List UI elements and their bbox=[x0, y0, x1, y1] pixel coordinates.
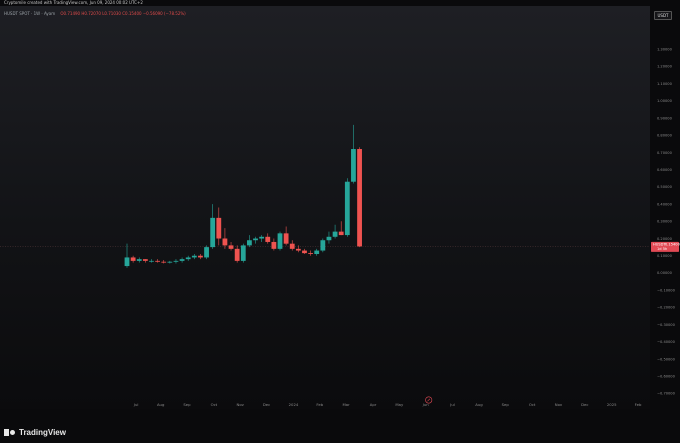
x-tick-label: Aug bbox=[157, 402, 165, 407]
candle-body bbox=[222, 238, 228, 246]
candle-body bbox=[130, 257, 136, 261]
candle-body bbox=[136, 259, 142, 261]
y-tick-label: −0.10000 bbox=[657, 288, 676, 292]
candle-body bbox=[142, 259, 148, 261]
candle-body bbox=[259, 236, 265, 239]
candle-body bbox=[314, 250, 320, 254]
x-tick-label: Jul bbox=[133, 402, 139, 407]
x-tick-label: Nov bbox=[555, 402, 563, 407]
candle-body bbox=[228, 245, 234, 249]
symbol-info: HUSDT SPOT · 1W · Ayam bbox=[4, 11, 56, 16]
candle-body bbox=[308, 253, 313, 254]
y-tick-label: −0.60000 bbox=[657, 374, 676, 378]
y-tick-label: 0.60000 bbox=[657, 168, 673, 172]
x-tick-label: Dec bbox=[581, 402, 588, 407]
y-tick-label: 0.40000 bbox=[657, 202, 673, 206]
brand-name: TradingView bbox=[19, 428, 66, 437]
x-tick-label: Sep bbox=[502, 402, 510, 407]
candle-body bbox=[179, 259, 185, 261]
chart-frame: Cryptomile created with TradingView.com,… bbox=[0, 0, 680, 443]
candle-body bbox=[357, 149, 362, 247]
y-tick-label: 0.80000 bbox=[657, 134, 673, 138]
y-tick-label: −0.40000 bbox=[657, 340, 676, 344]
y-tick-label: 0.20000 bbox=[657, 237, 673, 241]
y-tick-label: 1.30000 bbox=[657, 48, 673, 52]
candle-body bbox=[124, 257, 130, 267]
tradingview-logo: TradingView bbox=[4, 428, 66, 437]
candle-body bbox=[344, 181, 350, 236]
candle-body bbox=[191, 255, 197, 258]
x-tick-label: Sep bbox=[183, 402, 191, 407]
y-tick-label: 0.00000 bbox=[657, 271, 673, 275]
x-tick-label: 2025 bbox=[607, 402, 617, 407]
candle-body bbox=[283, 233, 289, 244]
candle-body bbox=[198, 255, 203, 258]
y-tick-label: 0.90000 bbox=[657, 116, 673, 120]
candle-body bbox=[332, 231, 338, 237]
last-price-countdown: 1d 5h bbox=[657, 247, 667, 251]
y-tick-label: −0.50000 bbox=[657, 357, 676, 361]
candle-body bbox=[149, 260, 154, 262]
candle-body bbox=[161, 261, 167, 263]
candle-body bbox=[277, 233, 283, 249]
y-tick-label: 0.50000 bbox=[657, 185, 673, 189]
symbol-legend: HUSDT SPOT · 1W · Ayam O0.71490 H0.72070… bbox=[4, 11, 186, 16]
y-tick-label: 0.30000 bbox=[657, 220, 673, 224]
y-tick-label: −0.70000 bbox=[657, 392, 676, 396]
x-tick-label: Oct bbox=[529, 402, 536, 407]
y-tick-label: 1.10000 bbox=[657, 82, 673, 86]
candle-body bbox=[351, 149, 356, 182]
candlestick-chart[interactable]: 1.30000 1.20000 1.10000 1.00000 0.90000 0.800… bbox=[0, 6, 680, 409]
ohlc-values: O0.71490 H0.72070 L0.71030 C0.15400 −0.5… bbox=[60, 11, 186, 16]
candle-body bbox=[289, 243, 295, 249]
currency-button[interactable]: USDT bbox=[654, 11, 672, 20]
y-tick-label: 1.20000 bbox=[657, 65, 673, 69]
x-tick-label: Dec bbox=[263, 402, 270, 407]
plot-area[interactable]: 1.30000 1.20000 1.10000 1.00000 0.90000 0.800… bbox=[0, 6, 680, 409]
x-tick-label: Oct bbox=[211, 402, 218, 407]
y-tick-label: −0.20000 bbox=[657, 306, 676, 310]
y-tick-label: −0.30000 bbox=[657, 323, 676, 327]
candle-body bbox=[271, 241, 277, 249]
x-tick-label: Nov bbox=[237, 402, 245, 407]
candle-body bbox=[185, 257, 191, 260]
y-tick-label: 0.70000 bbox=[657, 151, 673, 155]
candle-body bbox=[247, 240, 252, 246]
candle-body bbox=[326, 236, 332, 241]
x-tick-label: May bbox=[395, 402, 404, 407]
candle-body bbox=[338, 231, 344, 236]
y-tick-label: 0.10000 bbox=[657, 254, 673, 258]
candle-body bbox=[204, 247, 209, 258]
candle-body bbox=[167, 261, 173, 263]
x-tick-label: Mar bbox=[343, 402, 351, 407]
x-tick-label: Apr bbox=[370, 402, 377, 407]
candle-body bbox=[302, 250, 307, 254]
x-tick-label: Aug bbox=[475, 402, 483, 407]
candle-body bbox=[320, 240, 326, 251]
candle-body bbox=[253, 238, 258, 241]
y-tick-label: 1.00000 bbox=[657, 99, 673, 103]
x-tick-label: Jun bbox=[422, 402, 430, 407]
candle-body bbox=[265, 236, 271, 242]
x-tick-label: Feb bbox=[316, 402, 323, 407]
candle-body bbox=[216, 217, 222, 239]
candle-body bbox=[240, 245, 246, 261]
candle-body bbox=[173, 260, 179, 262]
candle-body bbox=[210, 217, 216, 248]
x-tick-label: Feb bbox=[635, 402, 642, 407]
candle-body bbox=[295, 248, 301, 251]
goto-date-icon-mark bbox=[427, 398, 431, 402]
tradingview-logo-icon bbox=[4, 429, 16, 436]
candle-body bbox=[155, 260, 160, 262]
x-tick-label: Jul bbox=[449, 402, 455, 407]
last-price-value: 0.15400 bbox=[665, 243, 680, 247]
candle-body bbox=[234, 248, 240, 261]
chart-caption: Cryptomile created with TradingView.com,… bbox=[4, 0, 143, 5]
x-tick-label: 2024 bbox=[289, 402, 299, 407]
